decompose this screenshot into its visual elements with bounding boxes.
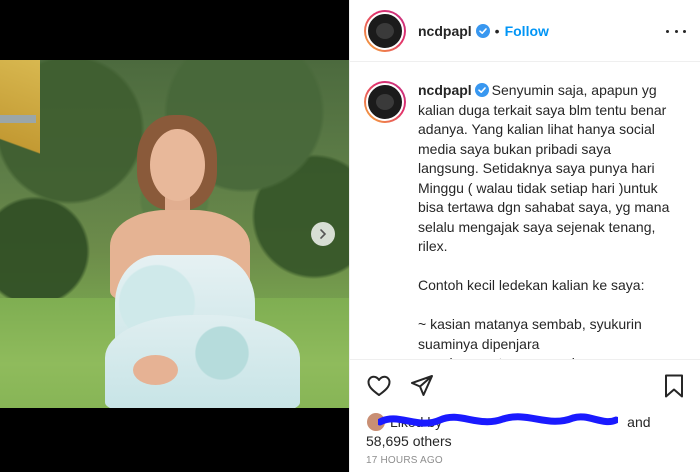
likes-and: and — [627, 414, 651, 430]
subject-face — [150, 129, 205, 201]
playground-slide — [0, 60, 40, 200]
bookmark-icon — [665, 374, 683, 398]
post-media — [0, 0, 349, 472]
slide-bar — [0, 115, 36, 123]
post-header: ncdpapl • Follow — [350, 0, 700, 62]
more-options-icon[interactable] — [666, 24, 686, 38]
likes-section: Liked by and 58,695 others — [350, 412, 700, 450]
chevron-right-icon — [320, 229, 327, 239]
action-row — [350, 360, 700, 412]
follow-button[interactable]: Follow — [505, 23, 549, 39]
avatar-image — [366, 11, 404, 50]
others-count[interactable]: 58,695 others — [366, 432, 700, 450]
avatar-image — [366, 83, 404, 121]
post-actions: Liked by and 58,695 others 17 HOURS AGO — [350, 359, 700, 472]
post-photo[interactable] — [0, 60, 349, 408]
subject-hands — [133, 355, 178, 385]
subject-legs — [105, 315, 300, 408]
caption-username[interactable]: ncdpapl — [418, 82, 472, 98]
save-button[interactable] — [661, 373, 687, 404]
author-username[interactable]: ncdpapl — [418, 23, 472, 39]
post-panel: ncdpapl • Follow ncdpapl Senyumin saja, a… — [349, 0, 700, 472]
paper-plane-icon[interactable] — [409, 373, 435, 399]
verified-badge-icon — [475, 23, 490, 38]
verified-badge-icon — [474, 83, 489, 97]
photo-subject — [95, 115, 310, 408]
caption-body: Senyumin saja, apapun yg kalian duga ter… — [418, 82, 670, 359]
heart-icon[interactable] — [366, 373, 392, 399]
caption-area: ncdpapl Senyumin saja, apapun yg kalian d… — [350, 63, 700, 359]
caption: ncdpapl Senyumin saja, apapun yg kalian d… — [418, 81, 673, 359]
author-avatar[interactable] — [364, 9, 406, 52]
caption-avatar[interactable] — [364, 81, 406, 123]
next-photo-button[interactable] — [311, 222, 335, 246]
redaction-scribble — [378, 413, 618, 427]
post-timestamp[interactable]: 17 HOURS AGO — [366, 455, 443, 466]
header-separator: • — [494, 22, 500, 39]
